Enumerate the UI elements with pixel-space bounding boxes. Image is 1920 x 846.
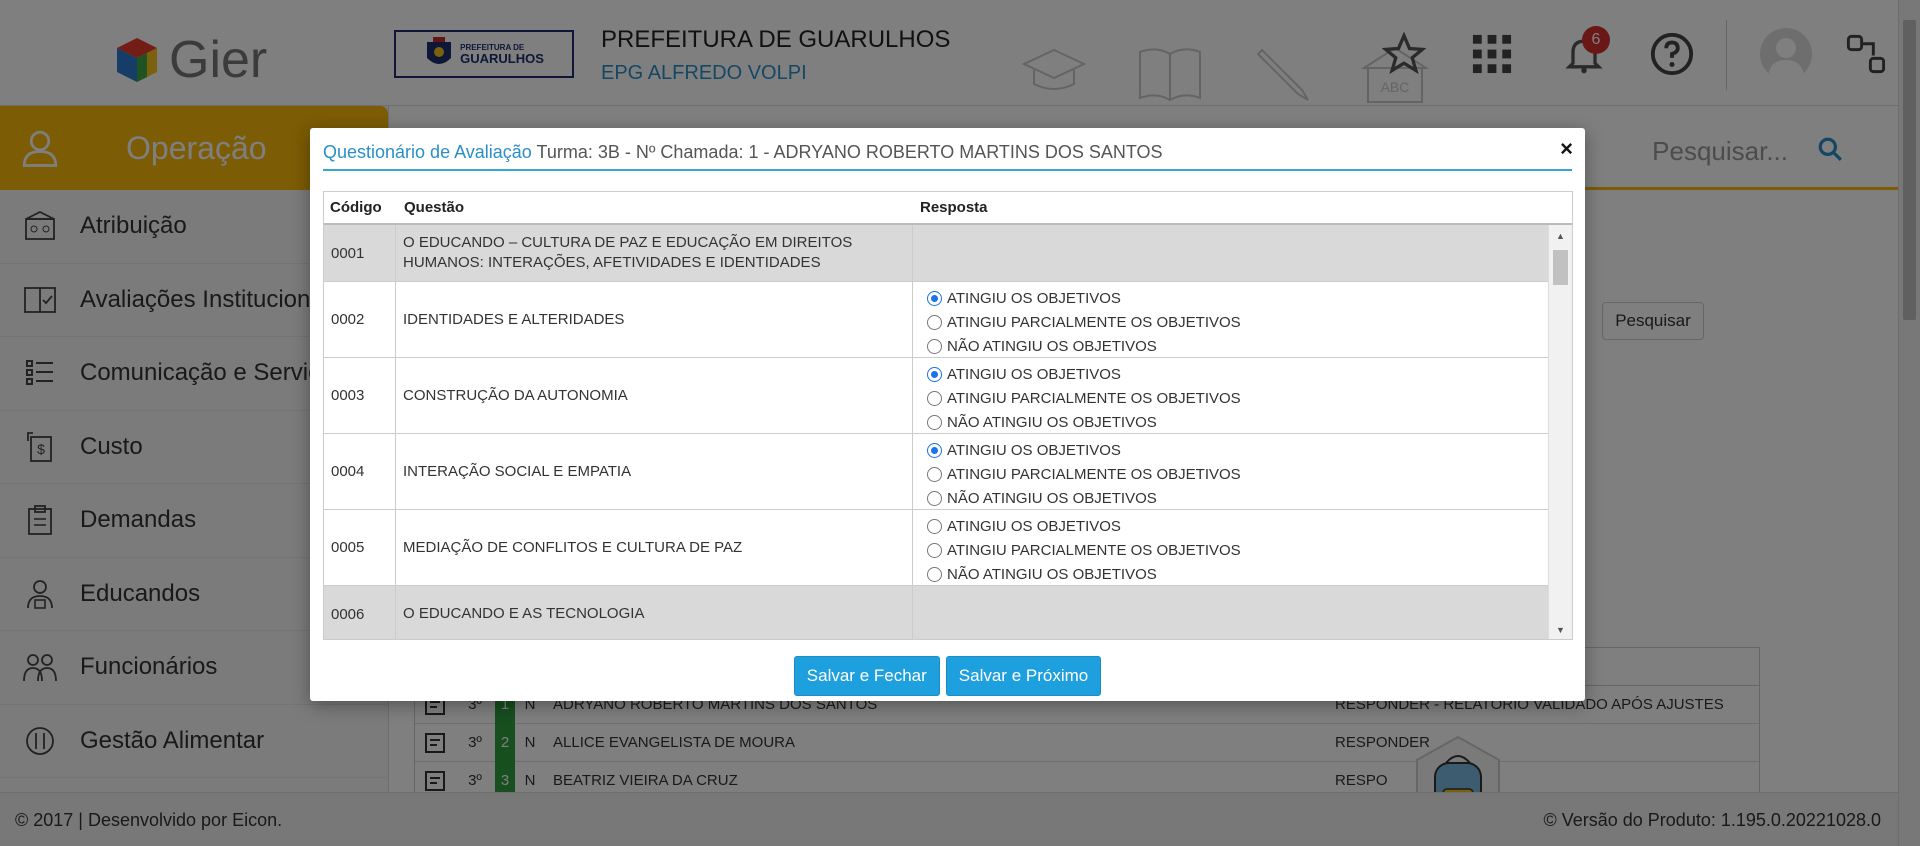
- radio-button[interactable]: [927, 518, 942, 534]
- option-label: NÃO ATINGIU OS OBJETIVOS: [947, 565, 1157, 583]
- question-code: 0003: [324, 358, 396, 433]
- option-nao-atingiu[interactable]: NÃO ATINGIU OS OBJETIVOS: [927, 410, 1548, 434]
- save-and-close-button[interactable]: Salvar e Fechar: [793, 656, 940, 696]
- modal-actions: Salvar e Fechar Salvar e Próximo: [310, 656, 1585, 696]
- question-row: 0004 INTERAÇÃO SOCIAL E EMPATIA ATINGIU …: [324, 434, 1549, 510]
- option-atingiu[interactable]: ATINGIU OS OBJETIVOS: [927, 362, 1548, 386]
- option-label: ATINGIU OS OBJETIVOS: [947, 441, 1121, 459]
- option-parcialmente[interactable]: ATINGIU PARCIALMENTE OS OBJETIVOS: [927, 462, 1548, 486]
- option-parcialmente[interactable]: ATINGIU PARCIALMENTE OS OBJETIVOS: [927, 538, 1548, 562]
- scroll-down-icon[interactable]: ▼: [1556, 625, 1565, 635]
- question-text: MEDIAÇÃO DE CONFLITOS E CULTURA DE PAZ: [396, 510, 913, 585]
- page: Gier PREFEITURA DE GUARULHOS PREFEITURA …: [0, 0, 1920, 846]
- radio-button[interactable]: [927, 490, 942, 506]
- radio-button[interactable]: [927, 390, 942, 406]
- scroll-up-icon[interactable]: ▲: [1556, 231, 1565, 241]
- radio-button[interactable]: [927, 542, 942, 558]
- option-label: ATINGIU PARCIALMENTE OS OBJETIVOS: [947, 465, 1241, 483]
- radio-button[interactable]: [927, 366, 942, 382]
- answer-options: ATINGIU OS OBJETIVOS ATINGIU PARCIALMENT…: [913, 510, 1549, 585]
- option-label: NÃO ATINGIU OS OBJETIVOS: [947, 413, 1157, 431]
- question-row: 0005 MEDIAÇÃO DE CONFLITOS E CULTURA DE …: [324, 510, 1549, 586]
- option-label: ATINGIU OS OBJETIVOS: [947, 365, 1121, 383]
- radio-button[interactable]: [927, 338, 942, 354]
- question-code: 0004: [324, 434, 396, 509]
- option-parcialmente[interactable]: ATINGIU PARCIALMENTE OS OBJETIVOS: [927, 310, 1548, 334]
- radio-button[interactable]: [927, 314, 942, 330]
- answer-options: ATINGIU OS OBJETIVOS ATINGIU PARCIALMENT…: [913, 358, 1549, 433]
- answer-options: ATINGIU OS OBJETIVOS ATINGIU PARCIALMENT…: [913, 434, 1549, 509]
- option-nao-atingiu[interactable]: NÃO ATINGIU OS OBJETIVOS: [927, 334, 1548, 358]
- question-text: CONSTRUÇÃO DA AUTONOMIA: [396, 358, 913, 433]
- questionnaire-modal: Questionário de Avaliação Turma: 3B - Nº…: [310, 128, 1585, 701]
- question-code: 0006: [324, 586, 396, 639]
- radio-button[interactable]: [927, 566, 942, 582]
- answer-options: ATINGIU OS OBJETIVOS ATINGIU PARCIALMENT…: [913, 282, 1549, 357]
- option-nao-atingiu[interactable]: NÃO ATINGIU OS OBJETIVOS: [927, 486, 1548, 510]
- option-label: ATINGIU OS OBJETIVOS: [947, 517, 1121, 535]
- option-label: ATINGIU OS OBJETIVOS: [947, 289, 1121, 307]
- radio-button[interactable]: [927, 414, 942, 430]
- questions-scrollbar-thumb[interactable]: [1553, 250, 1568, 285]
- questions-table: Código Questão Resposta 0001 O EDUCANDO …: [323, 191, 1573, 640]
- column-header-answer: Resposta: [920, 199, 988, 216]
- question-text: IDENTIDADES E ALTERIDADES: [396, 282, 913, 357]
- questions-scrollbar[interactable]: ▲ ▼: [1548, 225, 1572, 639]
- option-label: ATINGIU PARCIALMENTE OS OBJETIVOS: [947, 313, 1241, 331]
- section-row: 0006 O EDUCANDO E AS TECNOLOGIA: [324, 586, 1549, 639]
- modal-title-link: Questionário de Avaliação: [323, 142, 532, 162]
- option-label: ATINGIU PARCIALMENTE OS OBJETIVOS: [947, 541, 1241, 559]
- modal-title-details: Turma: 3B - Nº Chamada: 1 - ADRYANO ROBE…: [531, 142, 1163, 162]
- radio-button[interactable]: [927, 290, 942, 306]
- column-header-question: Questão: [404, 199, 465, 216]
- questions-table-body: 0001 O EDUCANDO – CULTURA DE PAZ E EDUCA…: [324, 225, 1549, 639]
- question-text: O EDUCANDO – CULTURA DE PAZ E EDUCAÇÃO E…: [396, 225, 913, 281]
- questions-table-header: Código Questão Resposta: [324, 192, 1572, 225]
- question-code: 0001: [324, 225, 396, 281]
- option-atingiu[interactable]: ATINGIU OS OBJETIVOS: [927, 286, 1548, 310]
- answer-cell: [913, 225, 1549, 281]
- question-code: 0002: [324, 282, 396, 357]
- option-parcialmente[interactable]: ATINGIU PARCIALMENTE OS OBJETIVOS: [927, 386, 1548, 410]
- option-label: ATINGIU PARCIALMENTE OS OBJETIVOS: [947, 389, 1241, 407]
- question-row: 0003 CONSTRUÇÃO DA AUTONOMIA ATINGIU OS …: [324, 358, 1549, 434]
- radio-button[interactable]: [927, 442, 942, 458]
- modal-title: Questionário de Avaliação Turma: 3B - Nº…: [323, 142, 1572, 171]
- radio-button[interactable]: [927, 466, 942, 482]
- question-code: 0005: [324, 510, 396, 585]
- column-header-code: Código: [330, 199, 382, 216]
- question-text: O EDUCANDO E AS TECNOLOGIA: [396, 586, 913, 639]
- option-nao-atingiu[interactable]: NÃO ATINGIU OS OBJETIVOS: [927, 562, 1548, 586]
- question-row: 0002 IDENTIDADES E ALTERIDADES ATINGIU O…: [324, 282, 1549, 358]
- close-icon[interactable]: ×: [1560, 136, 1573, 162]
- option-atingiu[interactable]: ATINGIU OS OBJETIVOS: [927, 438, 1548, 462]
- option-atingiu[interactable]: ATINGIU OS OBJETIVOS: [927, 514, 1548, 538]
- option-label: NÃO ATINGIU OS OBJETIVOS: [947, 489, 1157, 507]
- save-and-next-button[interactable]: Salvar e Próximo: [945, 656, 1102, 696]
- option-label: NÃO ATINGIU OS OBJETIVOS: [947, 337, 1157, 355]
- section-row: 0001 O EDUCANDO – CULTURA DE PAZ E EDUCA…: [324, 225, 1549, 282]
- question-text: INTERAÇÃO SOCIAL E EMPATIA: [396, 434, 913, 509]
- answer-cell: [913, 586, 1549, 639]
